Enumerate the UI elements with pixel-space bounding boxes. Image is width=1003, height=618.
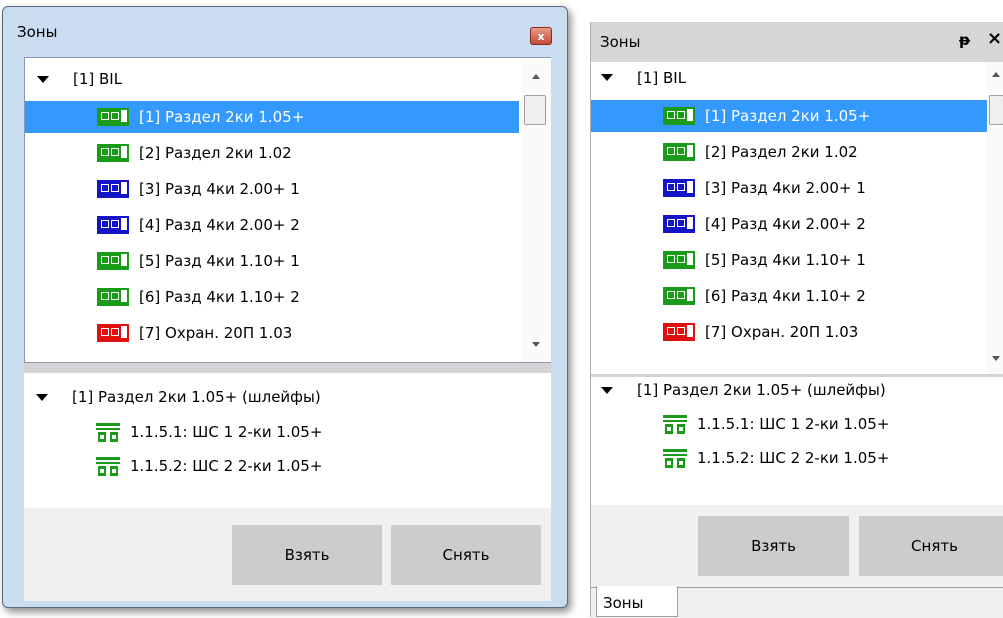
release-button[interactable]: Снять <box>391 525 541 585</box>
scroll-up-icon[interactable] <box>992 72 1000 77</box>
tree-root-loops[interactable]: [1] Раздел 2ки 1.05+ (шлейфы) <box>637 374 886 406</box>
tree-root-bil[interactable]: [1] BIL <box>73 63 122 95</box>
zone-item[interactable]: [2] Раздел 2ки 1.02 <box>25 137 519 169</box>
tab-zones[interactable]: Зоны <box>596 586 678 617</box>
zone-icon <box>97 180 129 198</box>
zone-item[interactable]: [2] Раздел 2ки 1.02 <box>591 136 987 168</box>
zone-label: [7] Охран. 20П 1.03 <box>139 324 293 342</box>
tab-zones-label: Зоны <box>603 594 644 612</box>
loop-label: 1.1.5.1: ШС 1 2-ки 1.05+ <box>697 415 890 433</box>
loop-label: 1.1.5.2: ШС 2 2-ки 1.05+ <box>130 457 323 475</box>
loop-label: 1.1.5.2: ШС 2 2-ки 1.05+ <box>697 449 890 467</box>
take-button[interactable]: Взять <box>232 525 382 585</box>
window-title: Зоны <box>17 23 58 41</box>
zone-label: [6] Разд 4ки 1.10+ 2 <box>705 287 866 305</box>
close-button[interactable]: x <box>530 27 552 45</box>
zone-icon <box>97 252 129 270</box>
zone-icon <box>97 324 129 342</box>
zone-item[interactable]: [7] Охран. 20П 1.03 <box>25 317 519 349</box>
zone-icon <box>663 215 695 233</box>
zone-item[interactable]: [4] Разд 4ки 2.00+ 2 <box>591 208 987 240</box>
zone-icon <box>663 287 695 305</box>
zone-label: [7] Охран. 20П 1.03 <box>705 323 859 341</box>
expand-arrow-icon[interactable] <box>601 74 613 81</box>
zone-icon <box>663 143 695 161</box>
zone-item[interactable]: [4] Разд 4ки 2.00+ 2 <box>25 209 519 241</box>
zone-label: [5] Разд 4ки 1.10+ 1 <box>139 252 300 270</box>
zone-icon <box>663 323 695 341</box>
zone-item[interactable]: [3] Разд 4ки 2.00+ 1 <box>25 173 519 205</box>
loop-item[interactable]: 1.1.5.2: ШС 2 2-ки 1.05+ <box>663 442 889 474</box>
zone-item[interactable]: [6] Разд 4ки 1.10+ 2 <box>591 280 987 312</box>
zone-label: [2] Раздел 2ки 1.02 <box>705 143 858 161</box>
scroll-down-icon[interactable] <box>532 342 540 347</box>
zone-label: [4] Разд 4ки 2.00+ 2 <box>705 215 866 233</box>
zone-label: [5] Разд 4ки 1.10+ 1 <box>705 251 866 269</box>
scroll-thumb[interactable] <box>989 95 1003 125</box>
zone-label: [4] Разд 4ки 2.00+ 2 <box>139 216 300 234</box>
panel-title: Зоны <box>600 33 641 51</box>
close-icon: x <box>537 29 545 43</box>
scroll-thumb[interactable] <box>524 95 546 125</box>
scroll-up-icon[interactable] <box>532 74 540 79</box>
zone-icon <box>97 216 129 234</box>
scroll-down-icon[interactable] <box>992 356 1000 361</box>
zones-tree[interactable]: [1] BIL [1] Раздел 2ки 1.05+ [2] Раздел 2… <box>591 62 1003 374</box>
zone-item[interactable]: [1] Раздел 2ки 1.05+ <box>591 100 987 132</box>
tree-root-bil[interactable]: [1] BIL <box>637 62 686 94</box>
pin-icon[interactable]: ᵽ <box>959 31 970 49</box>
panel-title-bar: Зоны <box>591 22 1003 62</box>
loop-item[interactable]: 1.1.5.1: ШС 1 2-ки 1.05+ <box>96 416 322 448</box>
expand-arrow-icon[interactable] <box>37 76 49 83</box>
zone-item[interactable]: [5] Разд 4ки 1.10+ 1 <box>25 245 519 277</box>
splitter[interactable] <box>24 363 551 373</box>
take-button[interactable]: Взять <box>698 516 849 576</box>
zone-label: [2] Раздел 2ки 1.02 <box>139 144 292 162</box>
zone-item[interactable]: [3] Разд 4ки 2.00+ 1 <box>591 172 987 204</box>
zone-icon <box>97 288 129 306</box>
zones-tree[interactable]: [1] BIL [1] Раздел 2ки 1.05+ [2] Раздел 2… <box>24 57 551 363</box>
zone-label: [3] Разд 4ки 2.00+ 1 <box>705 179 866 197</box>
zone-icon <box>97 108 129 126</box>
zone-label: [6] Разд 4ки 1.10+ 2 <box>139 288 300 306</box>
button-bar: Взять Снять <box>24 508 551 601</box>
zone-icon <box>663 251 695 269</box>
loop-icon <box>663 447 687 469</box>
zone-label: [3] Разд 4ки 2.00+ 1 <box>139 180 300 198</box>
loop-label: 1.1.5.1: ШС 1 2-ки 1.05+ <box>130 423 323 441</box>
expand-arrow-icon[interactable] <box>601 387 613 394</box>
release-button[interactable]: Снять <box>859 516 1003 576</box>
zone-icon <box>97 144 129 162</box>
loops-tree[interactable]: [1] Раздел 2ки 1.05+ (шлейфы) 1.1.5.1: Ш… <box>24 373 551 508</box>
loops-tree[interactable]: [1] Раздел 2ки 1.05+ (шлейфы) 1.1.5.1: Ш… <box>591 377 1003 505</box>
zone-label: [1] Раздел 2ки 1.05+ <box>705 107 871 125</box>
zones-scrollbar[interactable] <box>521 58 551 362</box>
zones-docked-panel: Зоны ᵽ × [1] BIL [1] Раздел 2ки 1.05+ [2]… <box>590 22 1003 618</box>
zone-label: [1] Раздел 2ки 1.05+ <box>139 108 305 126</box>
loop-icon <box>663 413 687 435</box>
close-icon[interactable]: × <box>987 28 1002 49</box>
zone-item[interactable]: [5] Разд 4ки 1.10+ 1 <box>591 244 987 276</box>
zone-icon <box>663 107 695 125</box>
expand-arrow-icon[interactable] <box>36 394 48 401</box>
loop-icon <box>96 421 120 443</box>
zone-icon <box>663 179 695 197</box>
loop-item[interactable]: 1.1.5.1: ШС 1 2-ки 1.05+ <box>663 408 889 440</box>
tree-root-loops[interactable]: [1] Раздел 2ки 1.05+ (шлейфы) <box>72 381 321 413</box>
zone-item[interactable]: [7] Охран. 20П 1.03 <box>591 316 987 348</box>
zone-item[interactable]: [1] Раздел 2ки 1.05+ <box>25 101 519 133</box>
zones-scrollbar[interactable] <box>987 62 1003 374</box>
zone-item[interactable]: [6] Разд 4ки 1.10+ 2 <box>25 281 519 313</box>
button-bar: Взять Снять <box>591 505 1003 587</box>
loop-icon <box>96 455 120 477</box>
loop-item[interactable]: 1.1.5.2: ШС 2 2-ки 1.05+ <box>96 450 322 482</box>
zones-floating-window: Зоны x [1] BIL [1] Раздел 2ки 1.05+ [2] Р… <box>2 6 568 608</box>
